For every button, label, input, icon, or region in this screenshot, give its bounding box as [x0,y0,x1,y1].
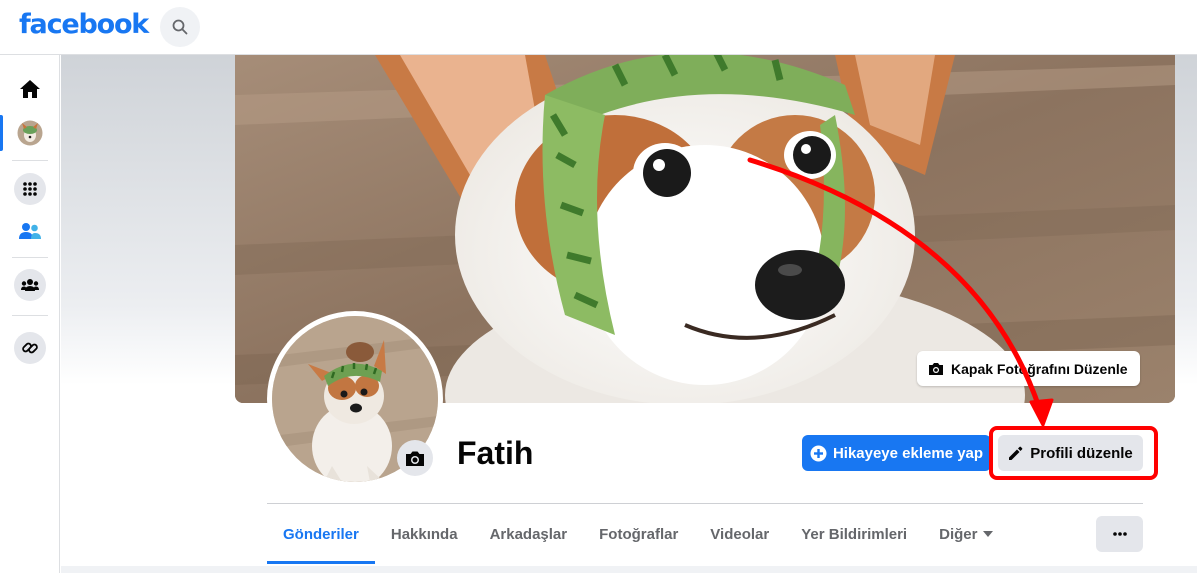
add-to-story-label: Hikayeye ekleme yap [832,444,984,462]
plus-circle-icon [810,445,827,461]
tab-videos[interactable]: Videolar [694,504,785,564]
camera-icon [929,362,943,375]
tab-label: Gönderiler [283,525,359,543]
tab-about[interactable]: Hakkında [375,504,474,564]
tab-posts[interactable]: Gönderiler [267,504,375,564]
add-to-story-button[interactable]: Hikayeye ekleme yap [802,435,991,471]
tab-checkins[interactable]: Yer Bildirimleri [785,504,923,564]
home-icon [20,80,40,98]
rail-home-button[interactable] [14,73,46,105]
rail-friends-button[interactable] [14,215,46,247]
rail-profile-button[interactable] [14,117,46,149]
rail-menu-button[interactable] [14,173,46,205]
profile-tabs: Gönderiler Hakkında Arkadaşlar Fotoğrafl… [267,504,1009,564]
tab-label: Fotoğraflar [599,525,679,543]
content-area-top-edge [61,566,1197,573]
tab-label: Yer Bildirimleri [801,525,908,543]
tab-friends[interactable]: Arkadaşlar [474,504,584,564]
top-navigation-bar: facebook [0,0,1197,55]
pencil-icon [1009,446,1023,460]
profile-name: Fatih [457,435,534,471]
rail-divider [12,257,48,258]
edit-cover-photo-label: Kapak Fotoğrafını Düzenle [951,360,1128,377]
facebook-logo[interactable]: facebook [19,9,149,40]
edit-profile-label: Profili düzenle [1030,444,1133,462]
caret-down-icon [983,531,994,537]
ellipsis-icon [1112,532,1127,536]
camera-icon [406,451,424,466]
rail-groups-button[interactable] [14,269,46,301]
link-icon [22,342,38,354]
groups-icon [21,279,39,291]
edit-profile-button[interactable]: Profili düzenle [998,435,1143,471]
search-icon [172,19,188,35]
tab-label: Hakkında [390,525,458,543]
rail-divider [12,160,48,161]
tab-label: Diğer [939,525,978,543]
rail-link-button[interactable] [14,332,46,364]
rail-divider [12,315,48,316]
tab-more[interactable]: Diğer [923,504,1009,564]
update-profile-picture-button[interactable] [397,440,433,476]
friends-icon [19,223,41,239]
edit-cover-photo-button[interactable]: Kapak Fotoğrafını Düzenle [917,351,1140,386]
grid-menu-icon [23,182,37,196]
tab-photos[interactable]: Fotoğraflar [583,504,694,564]
avatar-icon [17,120,43,146]
search-button[interactable] [160,7,200,47]
tab-label: Videolar [710,525,770,543]
tab-label: Arkadaşlar [489,525,568,543]
rail-active-indicator [0,115,3,151]
left-navigation-rail [0,55,60,573]
more-options-button[interactable] [1096,516,1143,552]
